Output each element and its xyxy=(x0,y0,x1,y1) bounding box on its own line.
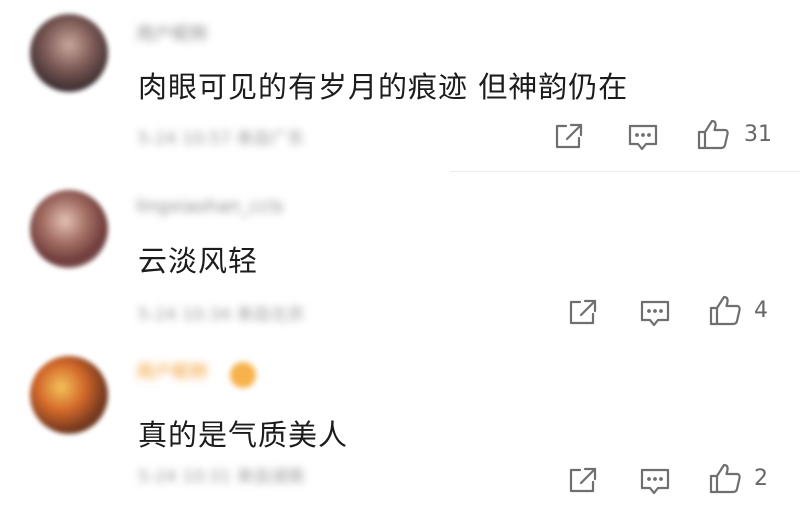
like-count: 4 xyxy=(754,298,768,323)
share-icon[interactable] xyxy=(566,464,600,496)
comment-text: 云淡风轻 xyxy=(138,244,259,278)
like-count: 2 xyxy=(754,466,768,491)
comment-list: 用户昵称 肉眼可见的有岁月的痕迹 但神韵仍在 5-24 10:57 来自广东 3… xyxy=(0,0,800,509)
comment-icon[interactable] xyxy=(638,465,672,497)
avatar[interactable] xyxy=(30,190,108,268)
comment-meta: 5-24 10:34 来自北京 xyxy=(138,305,305,325)
username[interactable]: lingxiaohan_ccls xyxy=(136,196,284,217)
comment-meta: 5-24 10:57 来自广东 xyxy=(138,129,305,149)
username[interactable]: 用户昵称 xyxy=(136,358,208,384)
thumbs-up-icon[interactable] xyxy=(708,462,742,494)
avatar[interactable] xyxy=(30,356,108,434)
username[interactable]: 用户昵称 xyxy=(136,20,208,46)
comment-text: 肉眼可见的有岁月的痕迹 但神韵仍在 xyxy=(138,70,629,104)
avatar[interactable] xyxy=(30,14,108,92)
comment-text: 真的是气质美人 xyxy=(138,418,349,452)
comment-item: 用户昵称 肉眼可见的有岁月的痕迹 但神韵仍在 5-24 10:57 来自广东 3… xyxy=(0,0,800,172)
thumbs-up-icon[interactable] xyxy=(708,294,742,326)
comment-item: lingxiaohan_ccls 云淡风轻 5-24 10:34 来自北京 4 xyxy=(0,172,800,342)
comment-icon[interactable] xyxy=(626,121,660,153)
thumbs-up-icon[interactable] xyxy=(696,118,730,150)
share-icon[interactable] xyxy=(566,296,600,328)
comment-meta: 5-24 10:31 来自湖南 xyxy=(138,467,305,487)
share-icon[interactable] xyxy=(552,120,586,152)
comment-icon[interactable] xyxy=(638,297,672,329)
vip-badge-icon xyxy=(230,362,256,388)
like-count: 31 xyxy=(744,122,772,147)
comment-item: 用户昵称 真的是气质美人 5-24 10:31 来自湖南 2 xyxy=(0,342,800,509)
